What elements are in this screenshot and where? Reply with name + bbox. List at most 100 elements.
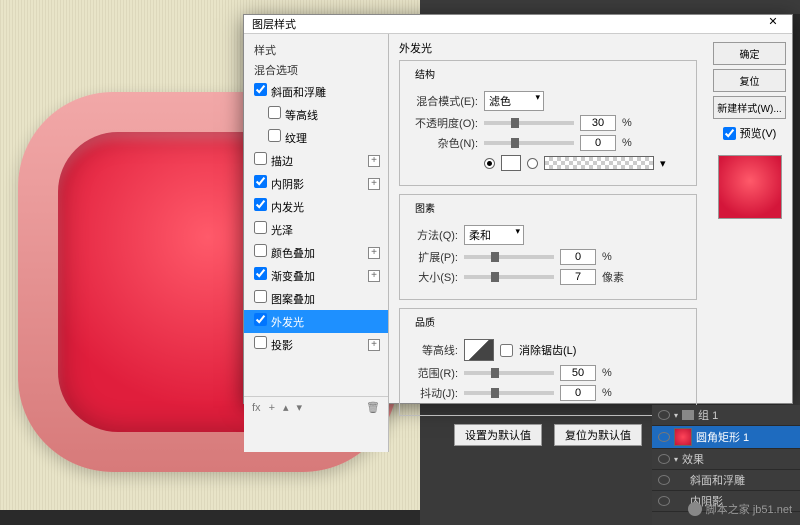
up-icon[interactable]: ▴: [283, 401, 289, 414]
noise-label: 杂色(N):: [410, 135, 478, 151]
styles-header[interactable]: 样式: [244, 40, 388, 60]
watermark-logo-icon: [688, 502, 702, 516]
style-item[interactable]: 投影 +: [244, 333, 388, 356]
fx-icon[interactable]: fx: [252, 402, 261, 414]
watermark: 脚本之家 jb51.net: [688, 501, 792, 517]
elements-legend: 图素: [412, 200, 438, 215]
close-button[interactable]: ✕: [758, 15, 788, 33]
contour-picker[interactable]: [464, 339, 494, 361]
style-label: 等高线: [285, 110, 318, 122]
size-input[interactable]: 7: [560, 269, 596, 285]
preview-checkbox[interactable]: [723, 127, 736, 140]
visibility-icon[interactable]: [658, 454, 670, 464]
style-item[interactable]: 斜面和浮雕: [244, 80, 388, 103]
effect-label: 斜面和浮雕: [690, 472, 745, 488]
opacity-slider[interactable]: [484, 121, 574, 125]
add-icon[interactable]: +: [269, 402, 275, 414]
spread-input[interactable]: 0: [560, 249, 596, 265]
group-name: 组 1: [698, 407, 718, 423]
gradient-radio[interactable]: [527, 158, 538, 169]
style-item[interactable]: 内阴影+: [244, 172, 388, 195]
style-item[interactable]: 描边+: [244, 149, 388, 172]
style-checkbox[interactable]: [268, 129, 281, 142]
spread-slider[interactable]: [464, 255, 554, 259]
expand-icon[interactable]: ▾: [674, 455, 678, 464]
style-item[interactable]: 纹理: [244, 126, 388, 149]
color-swatch[interactable]: [501, 155, 521, 171]
style-item[interactable]: 内发光: [244, 195, 388, 218]
opacity-unit: %: [622, 117, 632, 129]
add-effect-icon[interactable]: +: [368, 270, 380, 282]
effects-row[interactable]: ▾ 效果: [652, 449, 800, 470]
style-item[interactable]: 图案叠加: [244, 287, 388, 310]
method-select[interactable]: 柔和: [464, 225, 524, 245]
antialias-checkbox[interactable]: [500, 344, 513, 357]
size-slider[interactable]: [464, 275, 554, 279]
blend-options-header[interactable]: 混合选项: [244, 60, 388, 80]
gradient-chevron-icon[interactable]: ▾: [660, 157, 666, 170]
style-label: 图案叠加: [271, 294, 315, 306]
noise-input[interactable]: 0: [580, 135, 616, 151]
add-effect-icon[interactable]: +: [368, 178, 380, 190]
add-effect-icon[interactable]: +: [368, 247, 380, 259]
down-icon[interactable]: ▾: [297, 401, 303, 414]
noise-slider[interactable]: [484, 141, 574, 145]
style-checkbox[interactable]: [254, 152, 267, 165]
style-checkbox[interactable]: [254, 83, 267, 96]
range-input[interactable]: 50: [560, 365, 596, 381]
blend-mode-select[interactable]: 滤色: [484, 91, 544, 111]
set-default-button[interactable]: 设置为默认值: [454, 424, 542, 446]
ok-button[interactable]: 确定: [713, 42, 786, 65]
effect-row[interactable]: 斜面和浮雕: [652, 470, 800, 491]
add-effect-icon[interactable]: +: [368, 155, 380, 167]
settings-panel: 外发光 结构 混合模式(E): 滤色 不透明度(O): 30 % 杂色(N): …: [389, 34, 707, 452]
style-checkbox[interactable]: [254, 336, 267, 349]
style-checkbox[interactable]: [254, 290, 267, 303]
structure-group: 结构 混合模式(E): 滤色 不透明度(O): 30 % 杂色(N): 0 %: [399, 60, 697, 186]
gradient-picker[interactable]: [544, 156, 654, 170]
jitter-unit: %: [602, 387, 612, 399]
style-label: 斜面和浮雕: [271, 87, 326, 99]
jitter-slider[interactable]: [464, 391, 554, 395]
add-effect-icon[interactable]: +: [368, 339, 380, 351]
trash-icon[interactable]: 🗑: [366, 401, 380, 414]
style-checkbox[interactable]: [254, 313, 267, 326]
visibility-icon[interactable]: [658, 410, 670, 420]
spread-unit: %: [602, 251, 612, 263]
antialias-label: 消除锯齿(L): [519, 342, 576, 358]
style-checkbox[interactable]: [254, 198, 267, 211]
jitter-input[interactable]: 0: [560, 385, 596, 401]
jitter-label: 抖动(J):: [410, 385, 458, 401]
new-style-button[interactable]: 新建样式(W)...: [713, 96, 786, 119]
contour-label: 等高线:: [410, 342, 458, 358]
style-label: 渐变叠加: [271, 271, 315, 283]
style-item[interactable]: 外发光: [244, 310, 388, 333]
visibility-icon[interactable]: [658, 432, 670, 442]
opacity-input[interactable]: 30: [580, 115, 616, 131]
effects-label: 效果: [682, 451, 704, 467]
dialog-titlebar[interactable]: 图层样式 ✕: [244, 15, 792, 34]
range-slider[interactable]: [464, 371, 554, 375]
style-checkbox[interactable]: [268, 106, 281, 119]
style-checkbox[interactable]: [254, 267, 267, 280]
layer-group-row[interactable]: ▾ 组 1: [652, 405, 800, 426]
layer-row[interactable]: 圆角矩形 1: [652, 426, 800, 449]
style-item[interactable]: 颜色叠加+: [244, 241, 388, 264]
style-label: 投影: [271, 340, 293, 352]
style-item[interactable]: 等高线: [244, 103, 388, 126]
style-item[interactable]: 光泽: [244, 218, 388, 241]
expand-icon[interactable]: ▾: [674, 411, 678, 420]
reset-default-button[interactable]: 复位为默认值: [554, 424, 642, 446]
cancel-button[interactable]: 复位: [713, 69, 786, 92]
quality-legend: 品质: [412, 314, 438, 329]
style-checkbox[interactable]: [254, 244, 267, 257]
style-checkbox[interactable]: [254, 221, 267, 234]
visibility-icon[interactable]: [658, 496, 670, 506]
color-radio[interactable]: [484, 158, 495, 169]
style-list: 样式 混合选项 斜面和浮雕等高线纹理描边+内阴影+内发光光泽颜色叠加+ 渐变叠加 +…: [244, 34, 389, 452]
watermark-text: 脚本之家 jb51.net: [706, 501, 792, 517]
style-checkbox[interactable]: [254, 175, 267, 188]
range-label: 范围(R):: [410, 365, 458, 381]
visibility-icon[interactable]: [658, 475, 670, 485]
style-item[interactable]: 渐变叠加 +: [244, 264, 388, 287]
